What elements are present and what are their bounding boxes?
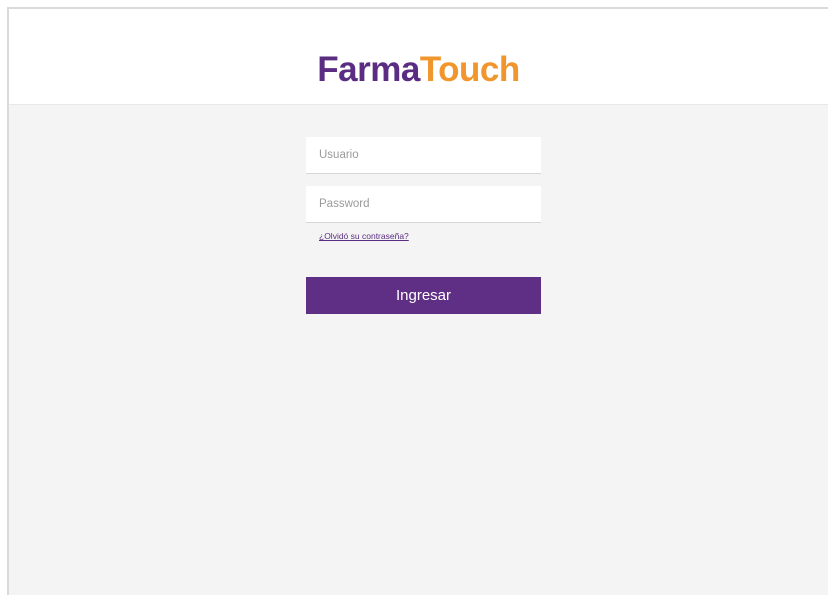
- header: FarmaTouch: [9, 9, 828, 105]
- login-button[interactable]: Ingresar: [306, 277, 541, 314]
- username-input[interactable]: [306, 137, 541, 174]
- logo-part-touch: Touch: [419, 50, 520, 89]
- farmatouch-logo: FarmaTouch: [9, 50, 828, 90]
- forgot-password-link[interactable]: ¿Olvidó su contraseña?: [319, 231, 409, 241]
- logo-part-farma: Farma: [317, 50, 420, 89]
- app-window: FarmaTouch ¿Olvidó su contraseña? Ingres…: [7, 7, 828, 595]
- password-input[interactable]: [306, 186, 541, 223]
